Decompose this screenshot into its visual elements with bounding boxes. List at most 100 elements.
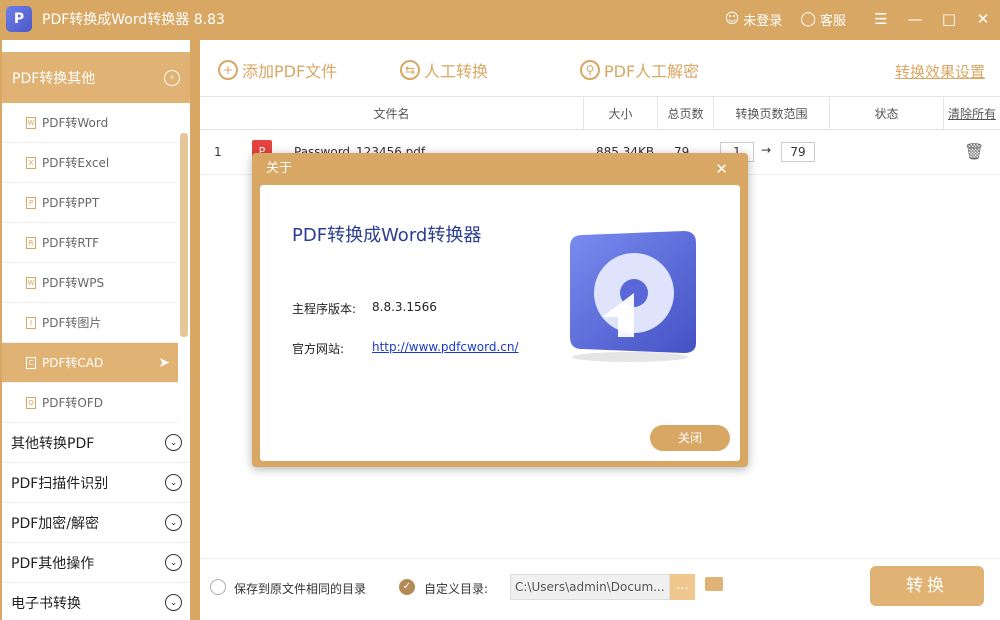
browse-button[interactable]: ...	[670, 574, 695, 600]
plus-icon: +	[218, 60, 238, 80]
same-dir-radio[interactable]	[210, 579, 226, 595]
wps-file-icon: W	[26, 276, 36, 289]
sidebar-header[interactable]: PDF转换其他 ›	[2, 52, 190, 103]
custom-dir-radio[interactable]: ✓	[399, 579, 415, 595]
manual-convert-button[interactable]: ⇆ 人工转换	[400, 58, 488, 82]
word-file-icon: W	[26, 116, 36, 129]
sidebar-scrollbar[interactable]	[180, 133, 188, 337]
bottom-bar: 保存到原文件相同的目录 ✓ 自定义目录: C:\Users\admin\Docu…	[200, 558, 1000, 620]
row-index: 1	[214, 145, 222, 159]
sidebar-group-other-ops[interactable]: PDF其他操作 ⌄	[2, 543, 190, 583]
key-icon: ⚲	[580, 60, 600, 80]
sidebar-item-label: PDF转WPS	[42, 276, 105, 290]
sidebar-group-ocr[interactable]: PDF扫描件识别 ⌄	[2, 463, 190, 503]
sidebar-item-pdf-image[interactable]: I PDF转图片	[2, 303, 178, 343]
arrow-right-icon: →	[761, 143, 772, 157]
sidebar: PDF转换其他 › W PDF转Word X PDF转Excel P PDF转P…	[2, 40, 190, 620]
sidebar-item-label: PDF转图片	[42, 316, 102, 330]
service-label: 客服	[819, 13, 846, 29]
sidebar-item-pdf-rtf[interactable]: R PDF转RTF	[2, 223, 178, 263]
menu-icon[interactable]: ☰	[864, 10, 898, 28]
dialog-title: 关于	[266, 161, 293, 176]
user-icon: ☺	[724, 11, 740, 27]
version-label: 主程序版本:	[292, 302, 357, 316]
chevron-down-icon: ⌄	[165, 594, 182, 611]
clear-all-button[interactable]: 清除所有	[944, 97, 1000, 129]
minimize-icon[interactable]: —	[898, 10, 932, 28]
sidebar-group-label: PDF加密/解密	[11, 515, 99, 532]
col-size: 大小	[584, 97, 658, 129]
dialog-body: PDF转换成Word转换器 主程序版本: 8.8.3.1566 官方网站: ht…	[260, 185, 740, 461]
folder-icon[interactable]	[705, 577, 723, 591]
title-bar: P PDF转换成Word转换器 8.83 ☺ 未登录 ◯ 客服 ☰ — □ ✕	[0, 0, 1000, 38]
rtf-file-icon: R	[26, 236, 36, 249]
same-dir-label: 保存到原文件相同的目录	[234, 582, 367, 596]
sidebar-item-pdf-ofd[interactable]: O PDF转OFD	[2, 383, 178, 423]
sidebar-group-label: PDF扫描件识别	[11, 475, 109, 492]
custom-dir-label: 自定义目录:	[424, 582, 489, 596]
sidebar-item-label: PDF转RTF	[42, 236, 100, 250]
convert-settings-link[interactable]: 转换效果设置	[895, 61, 985, 82]
chevron-down-icon: ⌄	[165, 514, 182, 531]
sidebar-group-other-to-pdf[interactable]: 其他转换PDF ⌄	[2, 423, 190, 463]
sidebar-item-label: PDF转OFD	[42, 396, 103, 410]
output-path-input[interactable]: C:\Users\admin\Docum...	[510, 574, 670, 600]
col-filename: 文件名	[200, 97, 584, 129]
version-value: 8.8.3.1566	[372, 300, 437, 314]
chevron-down-icon: ⌄	[165, 434, 182, 451]
toolbar: + 添加PDF文件 ⇆ 人工转换 ⚲ PDF人工解密 转换效果设置	[200, 40, 1000, 97]
sidebar-group-ebook[interactable]: 电子书转换 ⌄	[2, 583, 190, 620]
chevron-down-icon: ⌄	[165, 474, 182, 491]
convert-button[interactable]: 转换	[870, 566, 984, 606]
col-status: 状态	[830, 97, 944, 129]
customer-service-button[interactable]: ◯ 客服	[800, 10, 846, 29]
sidebar-group-label: PDF其他操作	[11, 555, 95, 572]
app-logo-icon: P	[6, 6, 32, 32]
sidebar-item-pdf-ppt[interactable]: P PDF转PPT	[2, 183, 178, 223]
site-label: 官方网站:	[292, 342, 345, 356]
sidebar-group-label: 电子书转换	[11, 595, 81, 612]
play-arrow-icon: ➤	[158, 354, 170, 371]
swap-icon: ⇆	[400, 60, 420, 80]
table-header: 文件名 大小 总页数 转换页数范围 状态 清除所有	[200, 97, 1000, 130]
login-button[interactable]: ☺ 未登录	[725, 10, 783, 29]
image-file-icon: I	[26, 316, 36, 329]
sidebar-group-encrypt[interactable]: PDF加密/解密 ⌄	[2, 503, 190, 543]
ppt-file-icon: P	[26, 196, 36, 209]
sidebar-sub-list: W PDF转Word X PDF转Excel P PDF转PPT R PDF转R…	[2, 103, 190, 423]
range-to-input[interactable]: 79	[781, 142, 815, 162]
sidebar-item-pdf-wps[interactable]: W PDF转WPS	[2, 263, 178, 303]
app-logo-icon	[570, 231, 696, 362]
about-dialog: 关于 ✕ PDF转换成Word转换器 主程序版本: 8.8.3.1566 官方网…	[252, 153, 748, 467]
trash-icon[interactable]: 🗑	[964, 142, 984, 161]
sidebar-item-pdf-excel[interactable]: X PDF转Excel	[2, 143, 178, 183]
sidebar-group-label: 其他转换PDF	[11, 435, 95, 452]
manual-decrypt-button[interactable]: ⚲ PDF人工解密	[580, 58, 699, 82]
sidebar-item-label: PDF转CAD	[42, 356, 104, 370]
add-pdf-label: 添加PDF文件	[242, 62, 338, 81]
add-pdf-button[interactable]: + 添加PDF文件	[218, 58, 337, 82]
maximize-icon[interactable]: □	[932, 10, 966, 28]
ofd-file-icon: O	[26, 396, 36, 409]
sidebar-item-pdf-word[interactable]: W PDF转Word	[2, 103, 178, 143]
dialog-heading: PDF转换成Word转换器	[292, 225, 482, 246]
login-label: 未登录	[743, 13, 783, 29]
manual-decrypt-label: PDF人工解密	[604, 62, 700, 81]
dialog-close-button[interactable]: 关闭	[650, 425, 730, 451]
sidebar-item-label: PDF转PPT	[42, 196, 100, 210]
sidebar-header-label: PDF转换其他	[12, 70, 96, 87]
dialog-title-bar: 关于 ✕	[252, 153, 748, 185]
chat-icon: ◯	[800, 11, 816, 27]
sidebar-item-pdf-cad[interactable]: C PDF转CAD ➤	[2, 343, 178, 383]
cad-file-icon: C	[26, 356, 36, 369]
chevron-right-icon: ›	[164, 69, 180, 86]
col-range: 转换页数范围	[714, 97, 830, 129]
chevron-down-icon: ⌄	[165, 554, 182, 571]
close-icon[interactable]: ✕	[966, 10, 1000, 28]
excel-file-icon: X	[26, 156, 36, 169]
col-pages: 总页数	[658, 97, 714, 129]
website-link[interactable]: http://www.pdfcword.cn/	[372, 340, 519, 354]
app-title: PDF转换成Word转换器 8.83	[42, 12, 225, 28]
manual-convert-label: 人工转换	[424, 62, 489, 81]
dialog-close-icon[interactable]: ✕	[715, 153, 728, 185]
